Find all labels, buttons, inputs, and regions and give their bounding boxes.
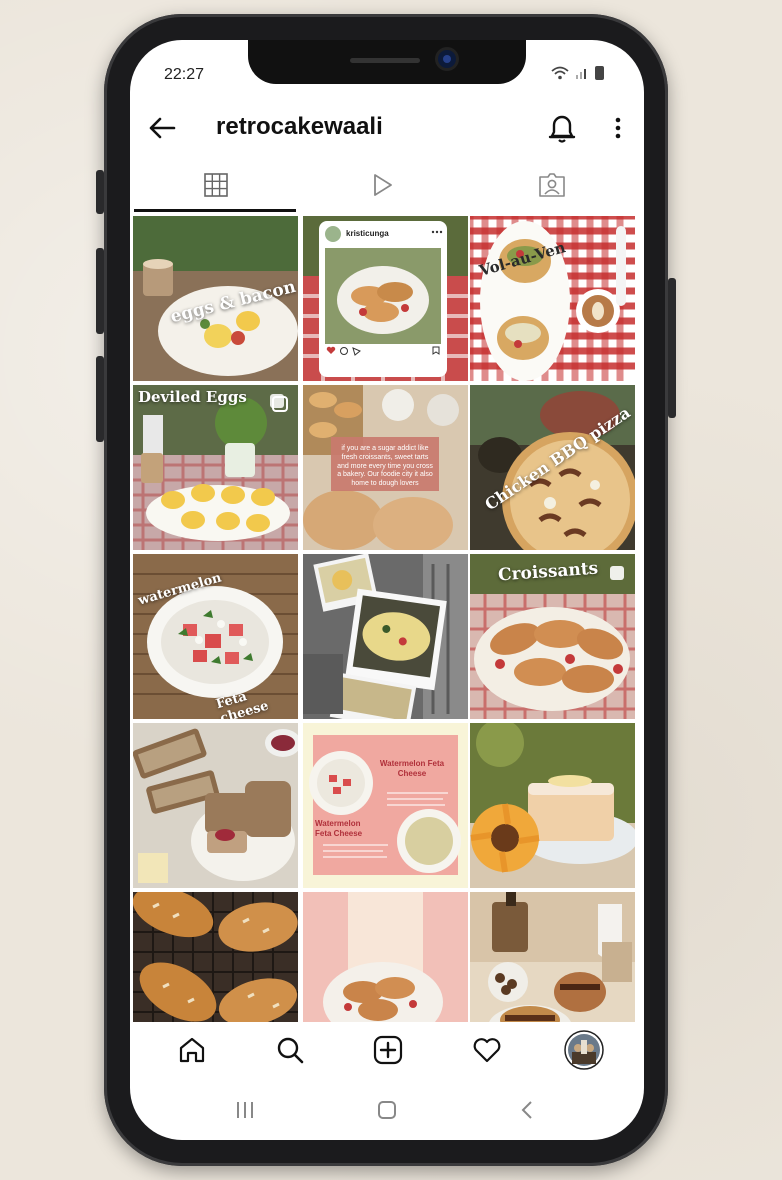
power-button <box>668 278 676 418</box>
post-tile[interactable] <box>133 892 298 1022</box>
profile-avatar <box>564 1030 604 1070</box>
tab-reels[interactable] <box>300 158 464 212</box>
post-title-top: Watermelon Feta Cheese <box>379 759 445 778</box>
profile-tabs <box>130 158 644 212</box>
repost-username: kristicunga <box>346 229 389 238</box>
post-tile[interactable]: eggs & bacon <box>133 216 298 381</box>
tab-tagged[interactable] <box>470 158 634 212</box>
system-navigation-bar <box>130 1088 644 1132</box>
phone-screen: 22:27 retrocakewaali eggs & bacon kristi… <box>130 40 644 1140</box>
nav-home[interactable] <box>172 1030 212 1070</box>
post-tile[interactable] <box>470 892 635 1022</box>
nav-create-post[interactable] <box>368 1030 408 1070</box>
post-tile[interactable]: if you are a sugar addict like fresh cro… <box>303 385 468 550</box>
battery-icon <box>595 66 604 80</box>
post-image-chocolate-donuts <box>470 892 635 1022</box>
post-tile[interactable]: Chicken BBQ pizza <box>470 385 635 550</box>
post-image-watermelon-feta-graphic <box>303 723 468 888</box>
tab-posts-grid[interactable] <box>134 158 298 212</box>
post-image-citrus-cake <box>470 723 635 888</box>
post-image-polaroid-collage <box>303 554 468 719</box>
active-tab-indicator <box>134 209 296 212</box>
post-title-bottom: Watermelon Feta Cheese <box>315 819 363 838</box>
post-image-croissants-repost <box>303 216 468 381</box>
status-time: 22:27 <box>164 66 205 83</box>
profile-header: retrocakewaali <box>130 106 644 150</box>
post-image-deviled-eggs <box>133 385 298 550</box>
chevron-left-icon <box>521 1101 532 1119</box>
bell-icon[interactable] <box>546 110 578 146</box>
bottom-navigation <box>130 1022 644 1080</box>
recent-apps-icon <box>237 1102 253 1118</box>
home-icon <box>179 1037 205 1063</box>
heart-icon <box>473 1038 501 1063</box>
search-icon <box>277 1037 304 1064</box>
home-button[interactable] <box>372 1098 402 1122</box>
post-tile[interactable] <box>470 723 635 888</box>
status-icons <box>551 66 604 80</box>
silent-switch <box>96 170 104 214</box>
post-tile[interactable]: Deviled Eggs <box>133 385 298 550</box>
back-arrow-icon[interactable] <box>146 112 178 144</box>
post-overlay-title: Deviled Eggs <box>138 388 247 406</box>
profile-username: retrocakewaali <box>216 113 383 140</box>
nav-profile[interactable] <box>564 1030 604 1070</box>
signal-icon <box>576 69 586 79</box>
tagged-person-icon <box>539 173 565 197</box>
post-tile[interactable] <box>303 892 468 1022</box>
volume-up-button <box>96 248 104 334</box>
post-image-croissant-plate-pink <box>303 892 468 1022</box>
posts-grid: eggs & bacon kristicunga Vol-au-Ven Devi… <box>133 216 637 1022</box>
post-tile[interactable]: Vol-au-Ven <box>470 216 635 381</box>
nav-activity[interactable] <box>467 1030 507 1070</box>
play-icon <box>374 174 392 196</box>
system-back-button[interactable] <box>512 1098 542 1122</box>
recent-apps-button[interactable] <box>230 1098 260 1122</box>
post-tile[interactable]: kristicunga <box>303 216 468 381</box>
nav-search[interactable] <box>270 1030 310 1070</box>
post-tile[interactable]: Croissants <box>470 554 635 719</box>
add-post-icon <box>373 1035 403 1065</box>
post-caption-text: if you are a sugar addict like fresh cro… <box>337 445 433 487</box>
home-square-icon <box>378 1101 396 1119</box>
speaker <box>350 58 420 63</box>
notch <box>248 40 526 84</box>
front-camera <box>438 50 456 68</box>
wifi-icon <box>551 66 569 80</box>
more-options-icon[interactable] <box>608 112 628 144</box>
post-tile[interactable] <box>133 723 298 888</box>
post-tile[interactable]: Watermelon Feta Cheese Watermelon Feta C… <box>303 723 468 888</box>
post-tile[interactable] <box>303 554 468 719</box>
post-tile[interactable]: watermelon Feta cheese <box>133 554 298 719</box>
grid-icon <box>204 173 228 197</box>
volume-down-button <box>96 356 104 442</box>
post-image-almond-croissants <box>133 892 298 1022</box>
post-image-sourdough-bread <box>133 723 298 888</box>
